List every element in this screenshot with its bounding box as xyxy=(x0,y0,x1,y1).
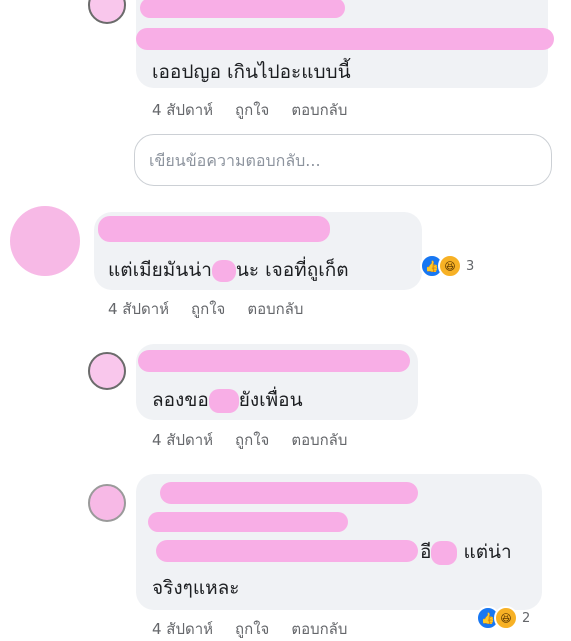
avatar[interactable] xyxy=(88,352,126,390)
timestamp[interactable]: 4 สัปดาห์ xyxy=(152,620,213,638)
avatar[interactable] xyxy=(88,484,126,522)
comment-text: ลองขอ ยังเพื่อน xyxy=(152,388,303,413)
reply-input[interactable]: เขียนข้อความตอบกลับ... xyxy=(134,134,552,186)
reaction-count: 3 xyxy=(466,258,475,274)
redacted-name xyxy=(160,482,418,504)
reply-link[interactable]: ตอบกลับ xyxy=(291,101,347,119)
comment-text-line2: จริงๆแหละ xyxy=(152,577,240,599)
comment-text: อี แต่น่า xyxy=(420,540,512,565)
redacted-name xyxy=(140,0,345,18)
reply-placeholder: เขียนข้อความตอบกลับ... xyxy=(149,151,321,170)
redacted-word xyxy=(208,388,239,413)
timestamp[interactable]: 4 สัปดาห์ xyxy=(152,101,213,119)
reply-link[interactable]: ตอบกลับ xyxy=(247,300,303,318)
haha-icon: 😆 xyxy=(438,254,462,278)
timestamp[interactable]: 4 สัปดาห์ xyxy=(108,300,169,318)
like-link[interactable]: ถูกใจ xyxy=(235,620,269,638)
avatar[interactable] xyxy=(10,206,80,276)
like-link[interactable]: ถูกใจ xyxy=(235,431,269,449)
comment-text: แต่เมียมันน่า นะ เจอที่ถูเก็ต xyxy=(108,259,349,282)
comment-actions: 4 สัปดาห์ ถูกใจ ตอบกลับ xyxy=(152,428,369,452)
like-link[interactable]: ถูกใจ xyxy=(235,101,269,119)
reaction-summary[interactable]: 👍 😆 3 xyxy=(420,254,474,278)
redacted-word xyxy=(211,259,236,282)
reaction-count: 2 xyxy=(522,610,531,626)
redacted-name xyxy=(98,216,330,242)
timestamp[interactable]: 4 สัปดาห์ xyxy=(152,431,213,449)
comment-actions: 4 สัปดาห์ ถูกใจ ตอบกลับ xyxy=(108,297,325,321)
reply-link[interactable]: ตอบกลับ xyxy=(291,620,347,638)
avatar[interactable] xyxy=(88,0,126,24)
comment-actions: 4 สัปดาห์ ถูกใจ ตอบกลับ xyxy=(152,617,369,641)
like-link[interactable]: ถูกใจ xyxy=(191,300,225,318)
comment-text: เออปญอ เกินไปอะแบบนี้ xyxy=(152,61,351,83)
reaction-summary[interactable]: 👍 😆 2 xyxy=(476,606,530,630)
comment-actions: 4 สัปดาห์ ถูกใจ ตอบกลับ xyxy=(152,98,369,122)
redacted-text xyxy=(156,540,418,562)
redacted-text xyxy=(136,28,554,50)
redacted-word xyxy=(431,540,458,565)
haha-icon: 😆 xyxy=(494,606,518,630)
redacted-name xyxy=(138,350,410,372)
redacted-name-line2 xyxy=(148,512,348,532)
reply-link[interactable]: ตอบกลับ xyxy=(291,431,347,449)
